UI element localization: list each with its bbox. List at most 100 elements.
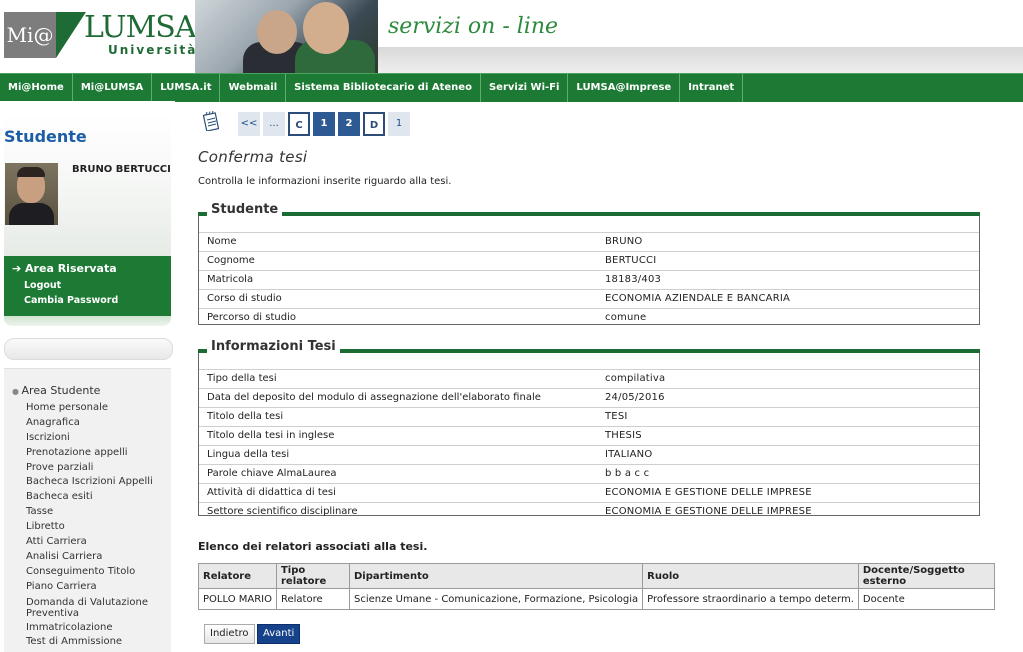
- row-key: Corso di studio: [207, 293, 282, 304]
- sidebar-divider-pill: [4, 338, 173, 360]
- servizi-online-tagline: servizi on - line: [388, 14, 559, 39]
- photo-person-1-head: [257, 10, 297, 54]
- area-riservata-label: Area Riservata: [25, 262, 117, 275]
- tesi-rows: Tipo della tesi compilativa Data del depo…: [199, 369, 979, 521]
- header-photo: [195, 0, 378, 73]
- sidebar: Studente BRUNO BERTUCCI ➔ Area Riservata…: [0, 101, 175, 652]
- step-1-next[interactable]: 1: [388, 112, 410, 136]
- menu-item-iscrizioni[interactable]: Iscrizioni: [26, 431, 171, 446]
- nav-mi-home[interactable]: Mi@Home: [0, 74, 73, 102]
- studente-fieldset: Studente Nome BRUNO Cognome BERTUCCI Matri…: [198, 202, 980, 327]
- menu-item-test-ammissione[interactable]: Test di Ammissione: [26, 635, 171, 650]
- row-key: Percorso di studio: [207, 312, 296, 323]
- top-navigation: Mi@Home Mi@LUMSA LUMSA.it Webmail Sistem…: [0, 73, 1023, 102]
- lumsa-logo[interactable]: Mi@ LUMSA Università: [4, 10, 196, 58]
- table-row: Attività di didattica di tesi ECONOMIA E …: [199, 483, 979, 502]
- studente-legend-bar: [198, 212, 980, 216]
- cell-dipartimento: Scienze Umane - Comunicazione, Formazion…: [348, 588, 644, 610]
- col-docente-soggetto: Docente/Soggetto esterno: [857, 563, 995, 589]
- nav-webmail[interactable]: Webmail: [220, 74, 287, 102]
- table-row: Settore scientifico disciplinare ECONOMIA…: [199, 502, 979, 521]
- menu-item-domanda-valutazione[interactable]: Domanda di Valutazione Preventiva: [26, 595, 171, 621]
- wizard-steps: << ... C 1 2 D 1: [238, 112, 413, 136]
- menu-item-prove-parziali[interactable]: Prove parziali: [26, 461, 171, 476]
- student-name: BRUNO BERTUCCI: [72, 164, 171, 175]
- notepad-icon[interactable]: [203, 111, 219, 131]
- area-riservata-footer: [4, 316, 171, 326]
- table-header-row: Relatore Tipo relatore Dipartimento Ruol…: [198, 563, 995, 589]
- nav-sistema-bibliotecario[interactable]: Sistema Bibliotecario di Ateneo: [286, 74, 481, 102]
- menu-list: Home personale Anagrafica Iscrizioni Pre…: [26, 401, 171, 650]
- avatar-body: [9, 203, 54, 225]
- row-value: comune: [605, 312, 647, 323]
- nav-intranet[interactable]: Intranet: [680, 74, 744, 102]
- menu-item-home-personale[interactable]: Home personale: [26, 401, 171, 416]
- table-row: Lingua della tesi ITALIANO: [199, 445, 979, 464]
- menu-item-analisi-carriera[interactable]: Analisi Carriera: [26, 550, 171, 565]
- relatori-title: Elenco dei relatori associati alla tesi.: [198, 540, 428, 553]
- row-key: Settore scientifico disciplinare: [207, 506, 358, 517]
- table-row: Titolo della tesi in inglese THESIS: [199, 426, 979, 445]
- menu-head[interactable]: ● Area Studente: [12, 384, 100, 397]
- row-value: ITALIANO: [605, 449, 653, 460]
- indietro-button[interactable]: Indietro: [204, 624, 255, 644]
- table-row: POLLO MARIO Relatore Scienze Umane - Com…: [198, 588, 995, 610]
- logout-link[interactable]: Logout: [24, 280, 61, 291]
- menu-item-prenotazione-appelli[interactable]: Prenotazione appelli: [26, 446, 171, 461]
- tesi-legend: Informazioni Tesi: [207, 339, 340, 354]
- avatar-hair: [17, 167, 45, 177]
- tesi-fieldset: Informazioni Tesi Tipo della tesi compila…: [198, 339, 980, 517]
- step-first[interactable]: <<: [238, 112, 260, 136]
- area-riservata-title[interactable]: ➔ Area Riservata: [12, 262, 117, 275]
- row-key: Data del deposito del modulo di assegnaz…: [207, 392, 541, 403]
- cambia-password-link[interactable]: Cambia Password: [24, 295, 118, 306]
- row-value: compilativa: [605, 373, 666, 384]
- bullet-icon: ●: [12, 387, 22, 396]
- menu-item-bacheca-esiti[interactable]: Bacheca esiti: [26, 490, 171, 505]
- table-row: Parole chiave AlmaLaurea b b a c c: [199, 464, 979, 483]
- row-value: ECONOMIA AZIENDALE E BANCARIA: [605, 293, 791, 304]
- table-row: Percorso di studio comune: [199, 308, 979, 327]
- menu-head-label: Area Studente: [21, 384, 101, 397]
- step-ellipsis[interactable]: ...: [263, 112, 285, 136]
- menu-item-anagrafica[interactable]: Anagrafica: [26, 416, 171, 431]
- row-key: Titolo della tesi in inglese: [207, 430, 335, 441]
- logo-mia: Mi@: [4, 12, 56, 58]
- table-row: Titolo della tesi TESI: [199, 407, 979, 426]
- menu-item-tasse[interactable]: Tasse: [26, 505, 171, 520]
- avatar: [5, 163, 58, 225]
- menu-item-conseguimento-titolo[interactable]: Conseguimento Titolo: [26, 565, 171, 580]
- row-value: ECONOMIA E GESTIONE DELLE IMPRESE: [605, 506, 812, 517]
- menu-item-bacheca-iscrizioni[interactable]: Bacheca Iscrizioni Appelli: [26, 475, 171, 490]
- menu-item-atti-carriera[interactable]: Atti Carriera: [26, 535, 171, 550]
- table-row: Nome BRUNO: [199, 232, 979, 251]
- nav-mi-lumsa[interactable]: Mi@LUMSA: [73, 74, 153, 102]
- step-1[interactable]: 1: [313, 112, 335, 136]
- row-key: Titolo della tesi: [207, 411, 284, 422]
- step-c[interactable]: C: [288, 112, 310, 136]
- page-title: Conferma tesi: [198, 148, 308, 166]
- row-value: BERTUCCI: [605, 255, 657, 266]
- main-content: << ... C 1 2 D 1 Conferma tesi Controlla…: [198, 101, 1023, 651]
- menu-item-piano-carriera[interactable]: Piano Carriera: [26, 580, 171, 595]
- logo-lumsa-block: LUMSA Università: [56, 10, 196, 58]
- logo-lumsa-text: LUMSA: [84, 10, 196, 45]
- nav-lumsa-imprese[interactable]: LUMSA@Imprese: [568, 74, 681, 102]
- row-key: Lingua della tesi: [207, 449, 290, 460]
- row-value: ECONOMIA E GESTIONE DELLE IMPRESE: [605, 487, 812, 498]
- nav-lumsa-it[interactable]: LUMSA.it: [152, 74, 221, 102]
- cell-ruolo: Professore straordinario a tempo determ.: [642, 588, 859, 610]
- table-row: Matricola 18183/403: [199, 270, 979, 289]
- step-2[interactable]: 2: [338, 112, 360, 136]
- menu-item-libretto[interactable]: Libretto: [26, 520, 171, 535]
- menu-item-immatricolazione[interactable]: Immatricolazione: [26, 621, 171, 636]
- step-d[interactable]: D: [363, 112, 385, 136]
- site-header: Mi@ LUMSA Università servizi on - line: [0, 0, 1023, 73]
- row-key: Matricola: [207, 274, 254, 285]
- col-tipo-relatore: Tipo relatore: [275, 563, 350, 589]
- table-row: Cognome BERTUCCI: [199, 251, 979, 270]
- table-row: Data del deposito del modulo di assegnaz…: [199, 388, 979, 407]
- avanti-button[interactable]: Avanti: [257, 624, 301, 644]
- row-value: TESI: [605, 411, 628, 422]
- nav-servizi-wifi[interactable]: Servizi Wi-Fi: [481, 74, 569, 102]
